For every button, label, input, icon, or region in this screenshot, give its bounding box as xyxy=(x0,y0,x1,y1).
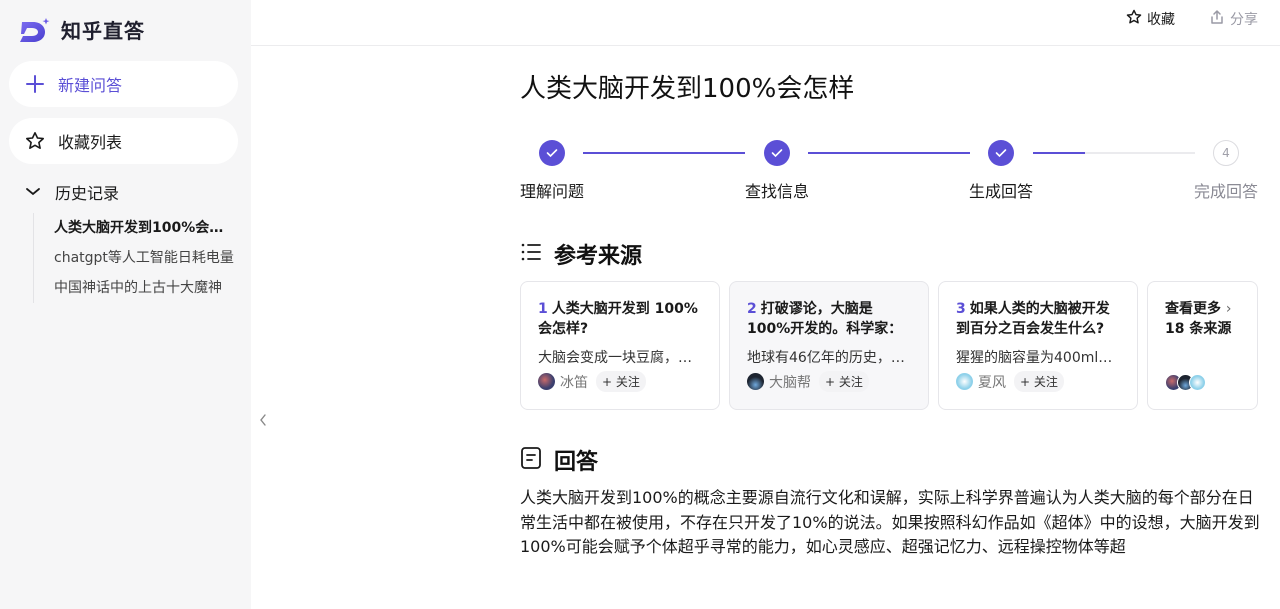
favorites-list-button[interactable]: 收藏列表 xyxy=(9,118,238,164)
reference-card[interactable]: 3如果人类的大脑被开发到百分之百会发生什么? 猩猩的脑容量为400ml。人类的脑… xyxy=(938,281,1138,410)
avatar xyxy=(538,373,555,390)
references-heading: 参考来源 xyxy=(520,238,642,270)
share-icon xyxy=(1209,9,1225,29)
step-connector xyxy=(808,152,970,154)
step-generate: 生成回答 xyxy=(969,140,1033,201)
star-icon xyxy=(1126,9,1142,29)
step-connector xyxy=(1033,152,1195,154)
star-icon xyxy=(24,130,46,152)
question-title: 人类大脑开发到100%会怎样 xyxy=(520,74,855,104)
top-bar: 收藏 分享 xyxy=(251,0,1280,46)
reference-card[interactable]: 2打破谬论，大脑是100%开发的。科学家：只要10%都在用 地球有46亿年的历史… xyxy=(729,281,929,410)
sidebar: 知乎直答 新建问答 收藏列表 历史记录 人类大脑开发到100%会怎样 chatg… xyxy=(0,0,251,609)
history-toggle[interactable]: 历史记录 xyxy=(24,180,119,204)
source-avatars xyxy=(1165,374,1206,391)
history-item[interactable]: 人类大脑开发到100%会怎样 xyxy=(54,213,234,243)
history-label: 历史记录 xyxy=(55,184,120,203)
reference-snippet: 地球有46亿年的历史，人类的历史 xyxy=(747,350,911,366)
new-question-button[interactable]: 新建问答 xyxy=(9,61,238,107)
favorite-button[interactable]: 收藏 xyxy=(1126,9,1175,29)
step-complete: 4 完成回答 xyxy=(1194,140,1258,201)
step-label: 生成回答 xyxy=(969,182,1034,201)
step-label: 理解问题 xyxy=(520,182,585,201)
reference-title: 打破谬论，大脑是100%开发的。科学家：只要10%都在用 xyxy=(747,301,903,337)
history-list: 人类大脑开发到100%会怎样 chatgpt等人工智能日耗电量 中国神话中的上古… xyxy=(33,213,234,303)
avatar xyxy=(956,373,973,390)
references-title: 参考来源 xyxy=(554,244,643,269)
check-icon xyxy=(539,140,565,166)
follow-button[interactable]: + 关注 xyxy=(819,371,869,392)
reference-title: 人类大脑开发到 100% 会怎样? xyxy=(538,301,698,337)
step-number: 4 xyxy=(1213,140,1239,166)
sources-count: 18 条来源 xyxy=(1165,321,1232,337)
answer-heading: 回答 xyxy=(520,444,598,476)
avatar xyxy=(747,373,764,390)
author-name[interactable]: 大脑帮 xyxy=(769,372,811,392)
author-name[interactable]: 夏风 xyxy=(978,372,1006,392)
new-question-label: 新建问答 xyxy=(58,76,123,95)
logo[interactable]: 知乎直答 xyxy=(19,15,145,44)
follow-button[interactable]: + 关注 xyxy=(596,371,646,392)
progress-steps: 理解问题 查找信息 生成回答 4 完成回答 xyxy=(520,140,1260,201)
step-understand: 理解问题 xyxy=(520,140,584,201)
history-item[interactable]: chatgpt等人工智能日耗电量 xyxy=(54,243,234,273)
history-item[interactable]: 中国神话中的上古十大魔神 xyxy=(54,273,234,303)
reference-snippet: 大脑会变成一块豆腐，什么都不剩 xyxy=(538,350,702,366)
favorites-list-label: 收藏列表 xyxy=(58,133,123,152)
reference-snippet: 猩猩的脑容量为400ml。人类的脑容量 xyxy=(956,350,1120,366)
document-icon xyxy=(520,446,542,474)
check-icon xyxy=(988,140,1014,166)
author-name[interactable]: 冰笛 xyxy=(560,372,588,392)
more-sources-card[interactable]: 查看更多 › 18 条来源 xyxy=(1147,281,1258,410)
plus-icon xyxy=(24,73,46,95)
reference-title: 如果人类的大脑被开发到百分之百会发生什么? xyxy=(956,301,1110,337)
share-button[interactable]: 分享 xyxy=(1209,9,1258,29)
chevron-right-icon: › xyxy=(1225,301,1232,317)
reference-card[interactable]: 1人类大脑开发到 100% 会怎样? 大脑会变成一块豆腐，什么都不剩 冰笛 + … xyxy=(520,281,720,410)
follow-button[interactable]: + 关注 xyxy=(1014,371,1064,392)
app-name: 知乎直答 xyxy=(61,19,145,43)
step-search: 查找信息 xyxy=(745,140,809,201)
step-label: 完成回答 xyxy=(1194,182,1259,201)
zhida-logo-icon xyxy=(19,16,51,44)
chevron-down-icon xyxy=(24,183,42,202)
more-sources-label: 查看更多 xyxy=(1165,301,1221,317)
step-label: 查找信息 xyxy=(745,182,810,201)
reference-number: 1 xyxy=(538,301,548,317)
check-icon xyxy=(764,140,790,166)
avatar xyxy=(1189,374,1206,391)
answer-text: 人类大脑开发到100%的概念主要源自流行文化和误解，实际上科学界普遍认为人类大脑… xyxy=(520,488,1260,556)
answer-title: 回答 xyxy=(554,450,599,475)
list-icon xyxy=(520,241,542,267)
reference-number: 3 xyxy=(956,301,966,317)
chevron-left-icon[interactable] xyxy=(259,413,267,431)
share-label: 分享 xyxy=(1230,12,1258,28)
step-connector xyxy=(583,152,745,154)
favorite-label: 收藏 xyxy=(1147,12,1175,28)
reference-number: 2 xyxy=(747,301,757,317)
